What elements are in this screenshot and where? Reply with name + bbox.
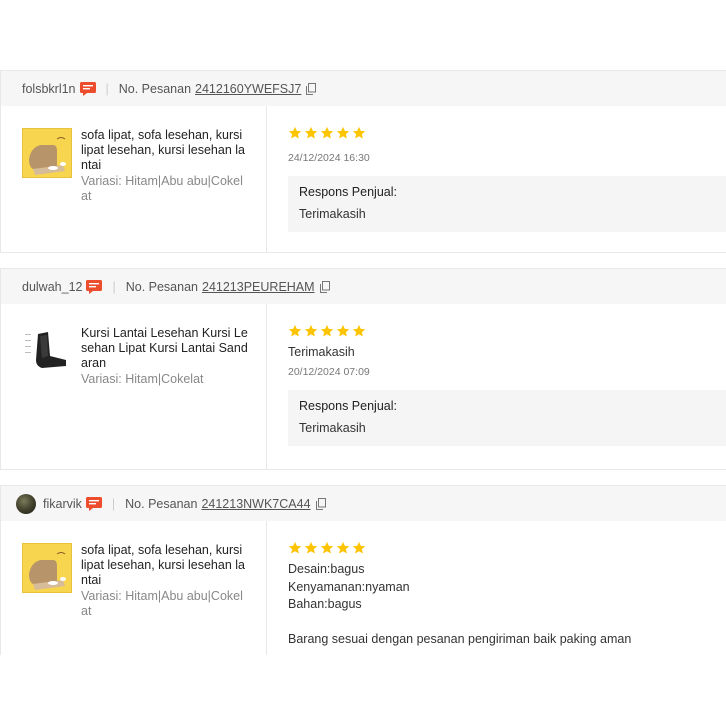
product-info[interactable]: sofa lipat, sofa lesehan, kursi lipat le…: [1, 106, 267, 252]
product-thumbnail[interactable]: [22, 326, 72, 376]
review-content: 24/12/2024 16:30 Respons Penjual: Terima…: [267, 106, 726, 252]
star-icon: [304, 324, 318, 337]
username[interactable]: folsbkrl1n: [22, 82, 76, 96]
chat-bubble-icon[interactable]: [85, 496, 102, 511]
star-icon: [288, 541, 302, 554]
star-rating: [288, 541, 726, 557]
divider: |: [105, 81, 109, 96]
review-text-line: Bahan:bagus: [288, 597, 362, 611]
star-icon: [336, 126, 350, 139]
avatar[interactable]: [16, 493, 36, 514]
star-icon: [320, 126, 334, 139]
product-name[interactable]: sofa lipat, sofa lesehan, kursi lipat le…: [81, 128, 248, 173]
star-icon: [288, 126, 302, 139]
review-date: 24/12/2024 16:30: [288, 152, 370, 164]
order-label: No. Pesanan: [125, 279, 198, 294]
review-content: Terimakasih 20/12/2024 07:09 Respons Pen…: [267, 304, 726, 469]
star-icon: [352, 324, 366, 337]
copy-icon[interactable]: [315, 497, 326, 510]
review-text-line: Kenyamanan:nyaman: [288, 579, 410, 594]
order-label: No. Pesanan: [125, 496, 198, 511]
order-number-link[interactable]: 241213PEUREHAM: [202, 280, 315, 294]
review-header: dulwah_12 | No. Pesanan 241213PEUREHAM: [1, 269, 726, 304]
copy-icon[interactable]: [319, 280, 330, 293]
product-name[interactable]: Kursi Lantai Lesehan Kursi Le sehan Lipa…: [81, 326, 248, 371]
chat-bubble-icon[interactable]: [79, 81, 96, 96]
review-text-line: Barang sesuai dengan pesanan pengiriman …: [288, 632, 632, 646]
star-rating: [288, 324, 726, 340]
review-card: fikarvik | No. Pesanan 241213NWK7CA44 so…: [0, 485, 726, 655]
review-text: Terimakasih: [288, 345, 355, 359]
order-label: No. Pesanan: [118, 81, 192, 96]
star-icon: [304, 541, 318, 554]
product-info[interactable]: Kursi Lantai Lesehan Kursi Le sehan Lipa…: [1, 304, 267, 469]
review-text-line: Desain:bagus: [288, 562, 365, 576]
seller-response: Respons Penjual: Terimakasih: [288, 176, 726, 232]
username[interactable]: dulwah_12: [22, 280, 82, 294]
star-icon: [288, 324, 302, 337]
username[interactable]: fikarvik: [43, 497, 82, 511]
review-card: folsbkrl1n | No. Pesanan 2412160YWEFSJ7: [0, 70, 726, 253]
review-header: folsbkrl1n | No. Pesanan 2412160YWEFSJ7: [1, 71, 726, 106]
product-variation: Variasi: Hitam|Abu abu|Cokel at: [81, 174, 243, 203]
seller-response-text: Terimakasih: [299, 420, 366, 435]
chat-bubble-icon[interactable]: [86, 279, 103, 294]
divider: |: [111, 496, 116, 511]
review-card: dulwah_12 | No. Pesanan 241213PEUREHAM K…: [0, 268, 726, 470]
seller-response-text: Terimakasih: [299, 207, 366, 221]
star-icon: [352, 541, 366, 554]
product-variation: Variasi: Hitam|Abu abu|Cokel at: [81, 589, 243, 618]
star-icon: [336, 324, 350, 337]
star-icon: [352, 126, 366, 139]
seller-response-title: Respons Penjual:: [299, 398, 397, 413]
product-info[interactable]: sofa lipat, sofa lesehan, kursi lipat le…: [1, 521, 267, 655]
order-number-link[interactable]: 241213NWK7CA44: [201, 497, 310, 511]
product-thumbnail[interactable]: [22, 543, 72, 593]
star-rating: [288, 126, 726, 142]
divider: |: [112, 279, 116, 294]
star-icon: [320, 541, 334, 554]
product-thumbnail[interactable]: [22, 128, 72, 178]
review-header: fikarvik | No. Pesanan 241213NWK7CA44: [1, 486, 726, 521]
star-icon: [320, 324, 334, 337]
review-content: Desain:bagus Kenyamanan:nyaman Bahan:bag…: [267, 521, 726, 655]
reviews-viewport: folsbkrl1n | No. Pesanan 2412160YWEFSJ7: [0, 0, 726, 655]
review-date: 20/12/2024 07:09: [288, 365, 370, 378]
star-icon: [336, 541, 350, 554]
product-name[interactable]: sofa lipat, sofa lesehan, kursi lipat le…: [81, 543, 248, 588]
seller-response: Respons Penjual: Terimakasih: [288, 389, 726, 446]
star-icon: [304, 126, 318, 139]
seller-response-title: Respons Penjual:: [299, 185, 397, 199]
order-number-link[interactable]: 2412160YWEFSJ7: [195, 82, 301, 96]
product-variation: Variasi: Hitam|Cokelat: [81, 372, 204, 386]
review-text-line: [288, 614, 726, 632]
copy-icon[interactable]: [306, 82, 317, 95]
